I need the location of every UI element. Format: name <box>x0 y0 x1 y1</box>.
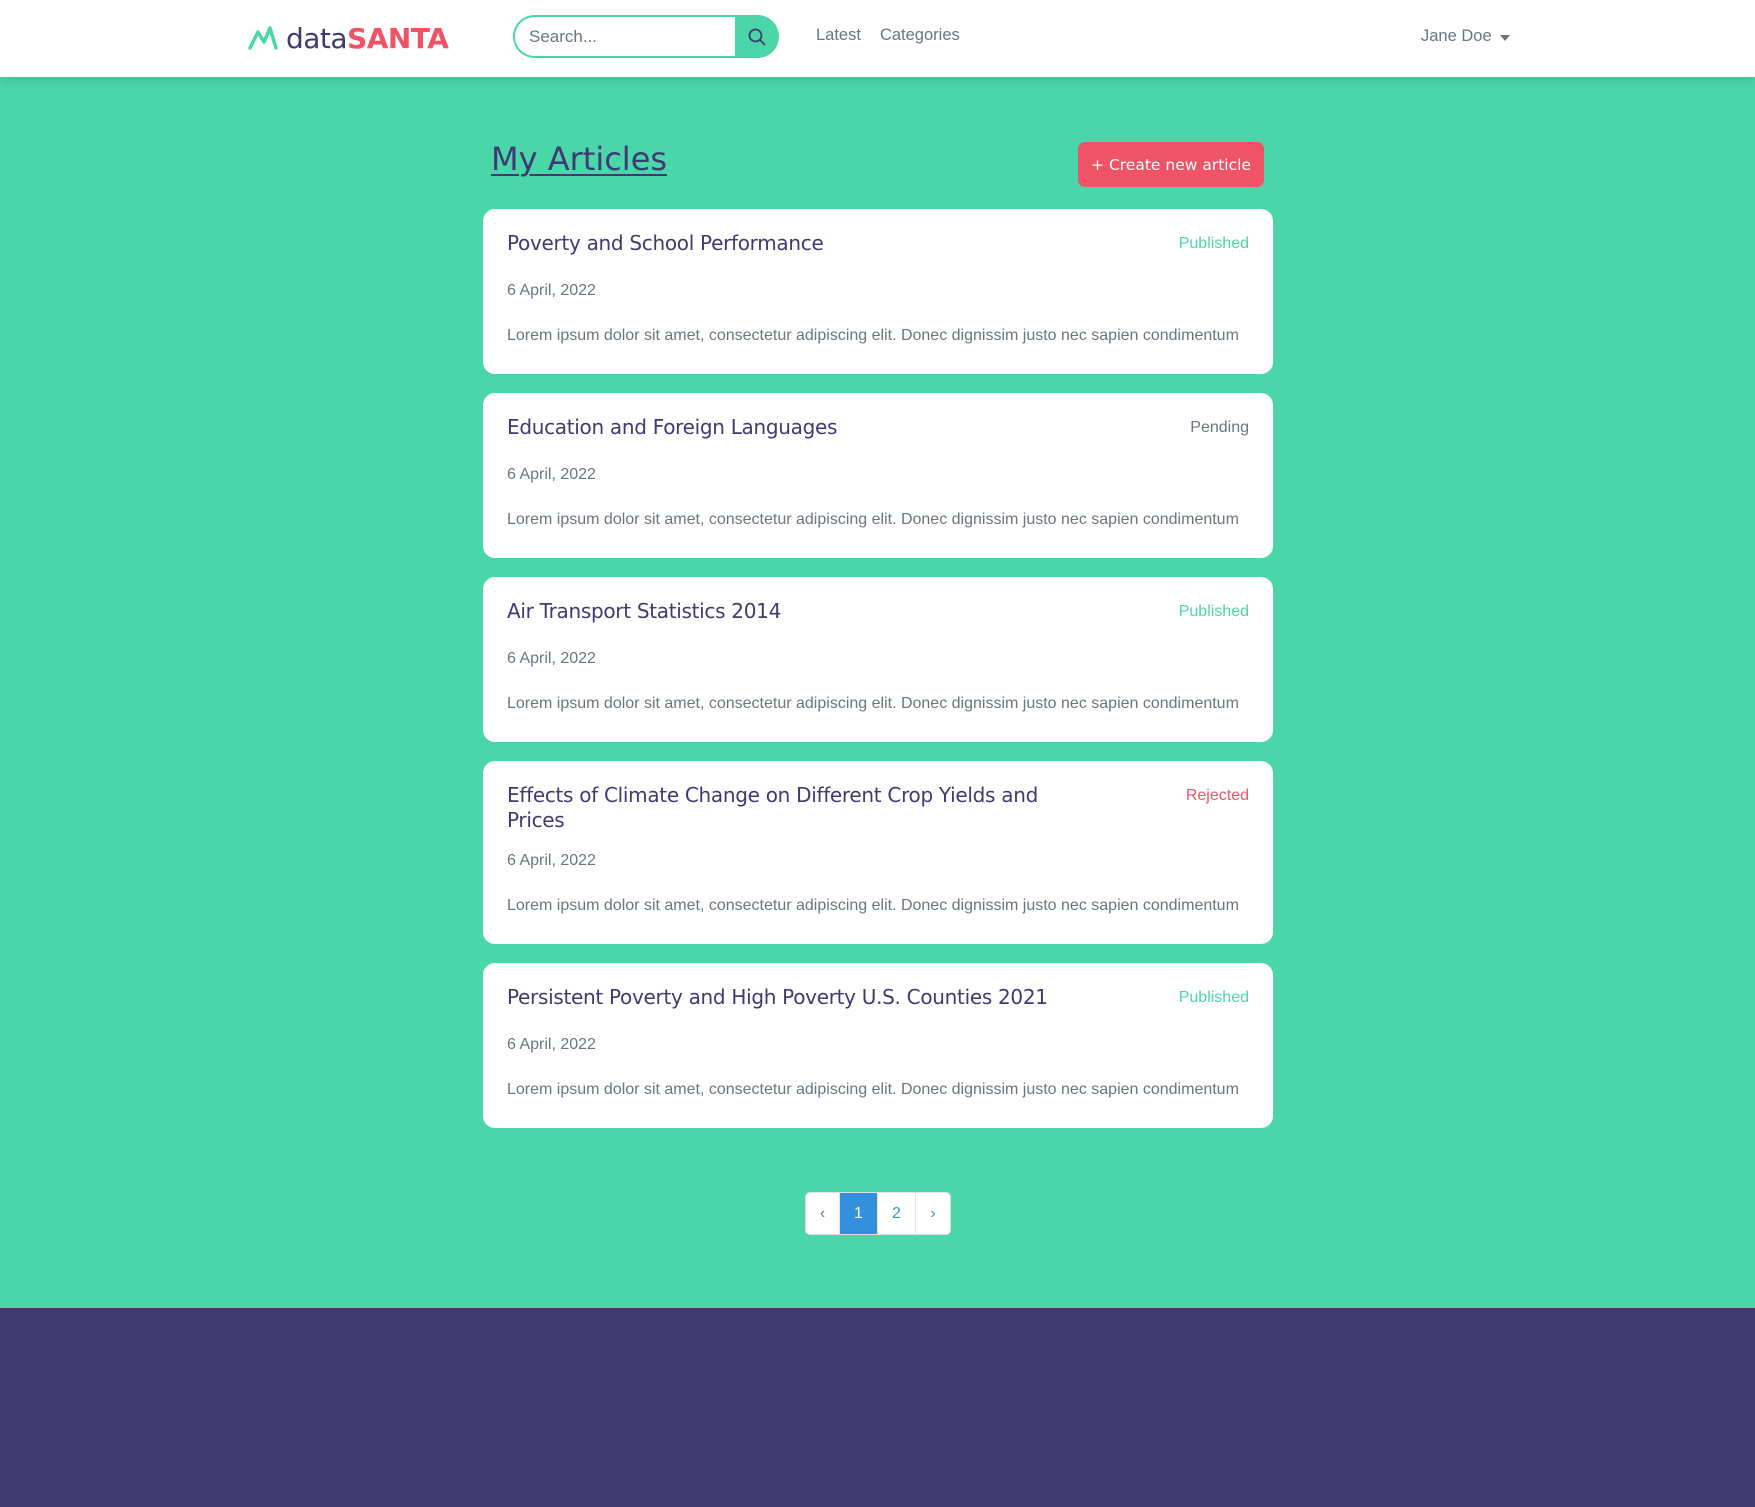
pagination-next-button[interactable]: › <box>916 1193 950 1234</box>
search-button[interactable] <box>735 15 779 58</box>
chart-peak-icon <box>248 26 278 50</box>
user-name: Jane Doe <box>1421 27 1492 45</box>
search-icon <box>748 28 766 45</box>
article-title[interactable]: Effects of Climate Change on Different C… <box>507 783 1067 833</box>
article-date: 6 April, 2022 <box>507 650 596 667</box>
user-menu-dropdown[interactable]: Jane Doe <box>1421 27 1510 46</box>
nav-link-latest[interactable]: Latest <box>816 26 861 45</box>
pagination: ‹ 1 2 › <box>805 1192 951 1235</box>
article-excerpt: Lorem ipsum dolor sit amet, consectetur … <box>507 897 1239 914</box>
article-card[interactable]: Persistent Poverty and High Poverty U.S.… <box>483 963 1273 1128</box>
article-card[interactable]: Poverty and School Performance Published… <box>483 209 1273 374</box>
status-badge: Published <box>1178 603 1249 620</box>
status-badge: Published <box>1178 989 1249 1006</box>
main-nav: Latest Categories <box>816 26 960 45</box>
article-date: 6 April, 2022 <box>507 282 596 299</box>
pagination-prev-button[interactable]: ‹ <box>806 1193 840 1234</box>
page-title[interactable]: My Articles <box>491 140 667 178</box>
nav-link-categories[interactable]: Categories <box>880 26 960 45</box>
article-excerpt: Lorem ipsum dolor sit amet, consectetur … <box>507 511 1239 528</box>
article-date: 6 April, 2022 <box>507 852 596 869</box>
status-badge: Rejected <box>1185 787 1249 804</box>
article-excerpt: Lorem ipsum dolor sit amet, consectetur … <box>507 327 1239 344</box>
article-excerpt: Lorem ipsum dolor sit amet, consectetur … <box>507 695 1239 712</box>
status-badge: Pending <box>1190 419 1249 436</box>
article-title[interactable]: Persistent Poverty and High Poverty U.S.… <box>507 985 1107 1010</box>
brand-name-prefix: data <box>286 21 348 55</box>
article-title[interactable]: Poverty and School Performance <box>507 231 1067 256</box>
article-card[interactable]: Education and Foreign Languages Pending … <box>483 393 1273 558</box>
status-badge: Published <box>1178 235 1249 252</box>
footer <box>0 1308 1755 1507</box>
pagination-page-2[interactable]: 2 <box>878 1193 916 1234</box>
article-title[interactable]: Education and Foreign Languages <box>507 415 1067 440</box>
brand-logo[interactable]: data SANTA <box>248 18 449 58</box>
article-date: 6 April, 2022 <box>507 466 596 483</box>
article-card[interactable]: Effects of Climate Change on Different C… <box>483 761 1273 944</box>
article-title[interactable]: Air Transport Statistics 2014 <box>507 599 1067 624</box>
brand-name-highlight: SANTA <box>347 21 449 55</box>
search-input[interactable] <box>513 15 735 58</box>
create-article-button[interactable]: + Create new article <box>1078 142 1264 187</box>
article-card[interactable]: Air Transport Statistics 2014 Published … <box>483 577 1273 742</box>
caret-down-icon <box>1499 34 1510 41</box>
search-form <box>513 15 779 58</box>
pagination-page-1[interactable]: 1 <box>840 1193 878 1234</box>
navbar: dataSANTA Latest Categories Jane Doe <box>0 0 1755 77</box>
article-excerpt: Lorem ipsum dolor sit amet, consectetur … <box>507 1081 1239 1098</box>
article-date: 6 April, 2022 <box>507 1036 596 1053</box>
